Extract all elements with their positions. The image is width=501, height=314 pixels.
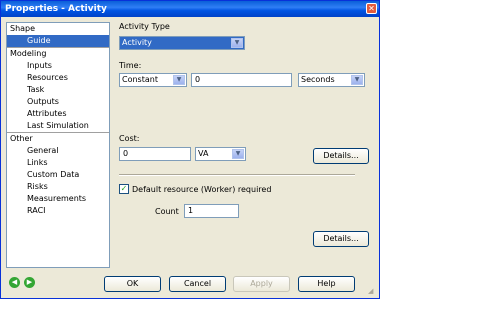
title-bar: Properties - Activity ✕ bbox=[1, 1, 379, 17]
count-label: Count bbox=[155, 207, 179, 216]
back-arrow-icon[interactable]: ◀ bbox=[9, 277, 20, 288]
cost-unit-select[interactable]: VA ▼ bbox=[195, 147, 246, 161]
time-value-input[interactable]: 0 bbox=[191, 73, 292, 87]
nav-item-risks[interactable]: Risks bbox=[7, 181, 109, 193]
nav-item-attributes[interactable]: Attributes bbox=[7, 108, 109, 120]
default-resource-checkbox[interactable]: ✓ bbox=[119, 184, 129, 194]
category-list: Shape Guide Modeling Inputs Resources Ta… bbox=[6, 22, 110, 268]
properties-dialog: Properties - Activity ✕ Shape Guide Mode… bbox=[0, 0, 380, 299]
chevron-down-icon[interactable]: ▼ bbox=[351, 75, 363, 85]
time-label: Time: bbox=[119, 61, 142, 70]
cost-label: Cost: bbox=[119, 134, 140, 143]
activity-type-value: Activity bbox=[122, 38, 152, 47]
cost-unit-value: VA bbox=[198, 149, 209, 158]
nav-item-guide[interactable]: Guide bbox=[7, 35, 109, 47]
time-unit-value: Seconds bbox=[301, 75, 335, 84]
window-title: Properties - Activity bbox=[5, 4, 107, 14]
activity-type-select[interactable]: Activity ▼ bbox=[119, 36, 245, 50]
activity-type-label: Activity Type bbox=[119, 22, 170, 31]
nav-item-general[interactable]: General bbox=[7, 145, 109, 157]
nav-item-measurements[interactable]: Measurements bbox=[7, 193, 109, 205]
forward-arrow-icon[interactable]: ▶ bbox=[24, 277, 35, 288]
ok-button[interactable]: OK bbox=[104, 276, 161, 292]
nav-item-task[interactable]: Task bbox=[7, 84, 109, 96]
resource-details-button[interactable]: Details... bbox=[313, 231, 369, 247]
cost-details-button[interactable]: Details... bbox=[313, 148, 369, 164]
nav-item-links[interactable]: Links bbox=[7, 157, 109, 169]
count-input[interactable]: 1 bbox=[184, 204, 239, 218]
apply-button[interactable]: Apply bbox=[233, 276, 290, 292]
nav-item-raci[interactable]: RACI bbox=[7, 205, 109, 217]
time-mode-value: Constant bbox=[122, 75, 158, 84]
resize-grip-icon[interactable]: ◢ bbox=[368, 287, 376, 295]
nav-group-other: Other bbox=[7, 132, 109, 145]
cost-value-input[interactable]: 0 bbox=[119, 147, 191, 161]
chevron-down-icon[interactable]: ▼ bbox=[232, 149, 244, 159]
help-button[interactable]: Help bbox=[298, 276, 355, 292]
nav-item-last-simulation[interactable]: Last Simulation bbox=[7, 120, 109, 132]
nav-group-modeling: Modeling bbox=[7, 47, 109, 60]
close-icon[interactable]: ✕ bbox=[366, 3, 377, 14]
time-unit-select[interactable]: Seconds ▼ bbox=[298, 73, 365, 87]
nav-item-outputs[interactable]: Outputs bbox=[7, 96, 109, 108]
time-mode-select[interactable]: Constant ▼ bbox=[119, 73, 187, 87]
chevron-down-icon[interactable]: ▼ bbox=[173, 75, 185, 85]
nav-group-shape: Shape bbox=[10, 24, 36, 33]
nav-item-custom-data[interactable]: Custom Data bbox=[7, 169, 109, 181]
separator bbox=[119, 174, 355, 176]
default-resource-label: Default resource (Worker) required bbox=[132, 185, 272, 194]
cancel-button[interactable]: Cancel bbox=[169, 276, 226, 292]
chevron-down-icon[interactable]: ▼ bbox=[231, 38, 243, 48]
nav-item-resources[interactable]: Resources bbox=[7, 72, 109, 84]
nav-item-inputs[interactable]: Inputs bbox=[7, 60, 109, 72]
